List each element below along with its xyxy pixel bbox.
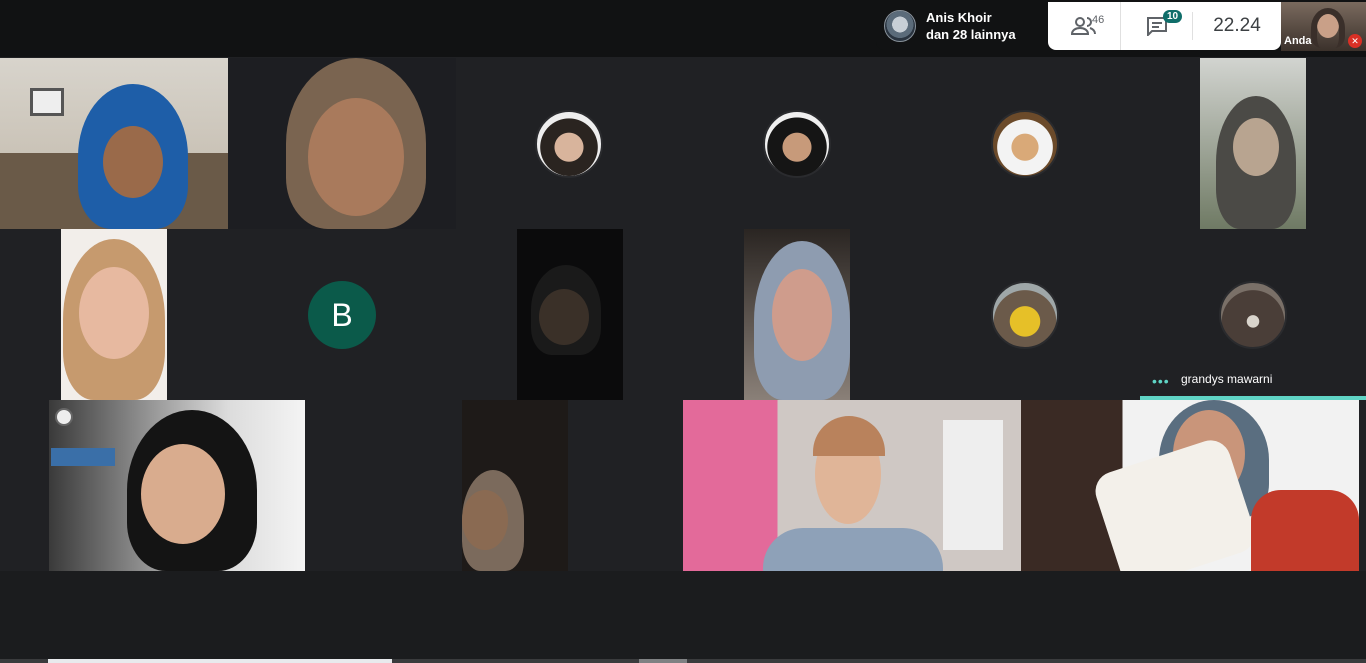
participant-face xyxy=(462,490,508,550)
participant-tile[interactable] xyxy=(1021,400,1359,571)
taskbar-segment xyxy=(639,659,687,663)
participant-avatar[interactable] xyxy=(763,110,831,178)
participant-face xyxy=(772,269,832,361)
presenter-others: dan 28 lainnya xyxy=(926,27,1016,42)
participant-face xyxy=(103,126,163,198)
participant-hair xyxy=(813,416,885,456)
participant-tile[interactable] xyxy=(61,229,167,400)
participant-tile[interactable] xyxy=(49,400,305,571)
self-hijab xyxy=(1311,8,1345,48)
meeting-clock: 22.24 xyxy=(1192,12,1281,40)
chat-button[interactable]: 10 xyxy=(1120,2,1192,50)
participant-letter-avatar[interactable]: B xyxy=(308,281,376,349)
mic-off-icon: ✕ xyxy=(1348,34,1362,48)
participant-face xyxy=(141,444,225,544)
chat-badge: 10 xyxy=(1163,10,1183,23)
participant-tile[interactable] xyxy=(462,400,568,571)
participant-shirt xyxy=(1251,490,1359,571)
wall-frame xyxy=(30,88,64,116)
self-label: Anda xyxy=(1284,35,1312,47)
participant-tile[interactable] xyxy=(0,58,228,229)
participant-face xyxy=(1233,118,1279,176)
taskbar-segment xyxy=(48,659,392,663)
participant-avatar[interactable] xyxy=(535,110,603,178)
participant-avatar[interactable] xyxy=(991,281,1059,349)
participant-tile[interactable] xyxy=(1200,58,1306,229)
participant-tile[interactable] xyxy=(517,229,623,400)
participant-avatar[interactable] xyxy=(1219,281,1287,349)
presenter-text: Anis Khoir dan 28 lainnya xyxy=(926,9,1016,43)
participant-face xyxy=(79,267,149,359)
people-button[interactable]: 46 xyxy=(1048,2,1120,50)
wall-picture xyxy=(51,448,115,466)
active-speaker-label: ••• grandys mawarni xyxy=(1140,365,1366,400)
taskbar-strip xyxy=(0,659,1366,663)
participant-shirt xyxy=(763,528,943,571)
participant-face xyxy=(539,289,589,345)
presenter-avatar xyxy=(884,10,916,42)
participant-tile[interactable] xyxy=(683,400,1021,571)
presenter-banner[interactable]: Anis Khoir dan 28 lainnya xyxy=(876,2,1048,50)
self-video-tile[interactable]: Anda ✕ xyxy=(1281,2,1366,51)
people-count: 46 xyxy=(1092,14,1105,26)
speaking-dots-icon: ••• xyxy=(1152,373,1170,389)
participant-face xyxy=(308,98,404,216)
participant-avatar[interactable] xyxy=(991,110,1059,178)
shelf xyxy=(943,420,1003,550)
participant-tile[interactable] xyxy=(744,229,850,400)
wall-clock xyxy=(55,408,73,426)
meeting-controls: 46 10 22.24 xyxy=(1048,2,1281,50)
bottom-area xyxy=(0,571,1366,663)
participant-tile[interactable] xyxy=(228,58,456,229)
presenter-name: Anis Khoir xyxy=(926,10,992,25)
top-bar-left xyxy=(0,2,876,57)
speaker-name: grandys mawarni xyxy=(1181,372,1273,386)
